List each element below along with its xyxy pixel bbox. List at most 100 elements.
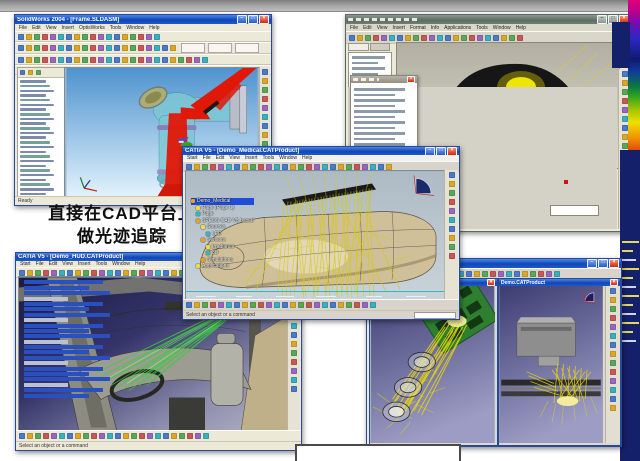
tree-row[interactable] [20, 165, 46, 168]
toolbar-icon[interactable] [34, 45, 40, 51]
tree-row[interactable] [24, 307, 89, 311]
toolbar-icon[interactable] [42, 57, 48, 63]
menu-item[interactable]: File [203, 155, 211, 161]
toolbar-icon[interactable] [354, 164, 360, 170]
toolbar-icon[interactable] [610, 333, 616, 339]
toolbar-icon[interactable] [306, 164, 312, 170]
tree-row[interactable] [24, 291, 110, 295]
toolbar-icon[interactable] [610, 297, 616, 303]
tree-row[interactable] [20, 136, 46, 139]
tree-tab-icon[interactable] [28, 70, 33, 75]
toolbar-icon[interactable] [35, 270, 41, 276]
toolbar-icon[interactable] [477, 35, 483, 41]
toolbar-icon[interactable] [530, 271, 536, 277]
toolbar-icon[interactable] [155, 433, 161, 439]
tree-item[interactable]: Applications [196, 263, 254, 270]
tree-row[interactable] [20, 188, 54, 191]
toolbar-icon[interactable] [291, 368, 297, 374]
menu-item[interactable]: Tools [96, 261, 108, 267]
tree-row[interactable] [354, 88, 405, 91]
window-titlebar[interactable]: − □ × [346, 15, 631, 24]
toolbar-icon[interactable] [115, 270, 121, 276]
toolbar-icon[interactable] [138, 45, 144, 51]
tree-row[interactable] [20, 108, 46, 111]
tree-row[interactable] [24, 367, 103, 371]
toolbar-icon[interactable] [250, 302, 256, 308]
toolbar-icon[interactable] [90, 57, 96, 63]
toolbar-icon[interactable] [262, 78, 268, 84]
toolbar-icon[interactable] [449, 253, 455, 259]
toolbar-icon[interactable] [250, 164, 256, 170]
toolbar-icon[interactable] [147, 270, 153, 276]
toolbar-icon[interactable] [154, 45, 160, 51]
toolbar-icon[interactable] [146, 57, 152, 63]
toolbar-icon[interactable] [123, 270, 129, 276]
toolbar-icon[interactable] [98, 45, 104, 51]
tree-row[interactable] [354, 132, 405, 135]
tree-row[interactable] [24, 350, 89, 354]
toolbar-icon[interactable] [482, 271, 488, 277]
toolbar-icon[interactable] [130, 45, 136, 51]
toolbar-icon[interactable] [314, 164, 320, 170]
toolbar-icon[interactable] [19, 433, 25, 439]
toolbar-icon[interactable] [466, 271, 472, 277]
toolbar-icon[interactable] [291, 386, 297, 392]
toolbar-icon[interactable] [266, 164, 272, 170]
toolbar-icon[interactable] [50, 45, 56, 51]
tree-row[interactable] [24, 356, 110, 360]
tree-row[interactable] [20, 104, 54, 107]
toolbar-icon[interactable] [171, 270, 177, 276]
toolbar-icon[interactable] [274, 164, 280, 170]
maximize-button[interactable]: □ [248, 15, 258, 24]
toolbar-icon[interactable] [131, 433, 137, 439]
toolbar-icon[interactable] [234, 302, 240, 308]
maximize-button[interactable]: □ [598, 259, 608, 268]
tree-row[interactable] [24, 313, 110, 317]
toolbar-icon[interactable] [330, 302, 336, 308]
toolbar-icon[interactable] [66, 34, 72, 40]
toolbar-icon[interactable] [610, 351, 616, 357]
toolbar-icon[interactable] [282, 302, 288, 308]
toolbar-icon[interactable] [397, 35, 403, 41]
close-button[interactable]: × [447, 147, 457, 155]
command-group-button[interactable] [208, 43, 232, 53]
toolbar-icon[interactable] [610, 387, 616, 393]
menu-item[interactable]: Insert [392, 25, 405, 31]
toolbar-icon[interactable] [291, 323, 297, 329]
menu-item[interactable]: View [46, 25, 57, 31]
toolbar-icon[interactable] [99, 270, 105, 276]
toolbar-icon[interactable] [405, 35, 411, 41]
toolbar-icon[interactable] [546, 271, 552, 277]
toolbar-icon[interactable] [622, 71, 628, 77]
tree-row[interactable] [24, 318, 68, 322]
model-tabs[interactable] [348, 43, 390, 51]
toolbar-icon[interactable] [622, 116, 628, 122]
toolbar-optics[interactable] [15, 42, 271, 54]
toolbar-icon[interactable] [218, 302, 224, 308]
toolbar-icon[interactable] [610, 369, 616, 375]
tree-row[interactable] [24, 372, 89, 376]
power-input-field[interactable] [414, 312, 456, 319]
toolbar-icon[interactable] [106, 34, 112, 40]
menu-item[interactable]: Insert [78, 261, 91, 267]
maximize-button[interactable]: □ [436, 147, 446, 155]
feature-tree-panel[interactable] [22, 279, 118, 419]
toolbar-icon[interactable] [469, 35, 475, 41]
menu-item[interactable]: Start [20, 261, 31, 267]
toolbar-icon[interactable] [50, 57, 56, 63]
toolbar-icon[interactable] [226, 302, 232, 308]
toolbar-icon[interactable] [610, 396, 616, 402]
toolbar-icon[interactable] [210, 164, 216, 170]
toolbar-icon[interactable] [122, 45, 128, 51]
menu-item[interactable]: View [229, 155, 240, 161]
toolbar-icon[interactable] [194, 302, 200, 308]
tree-row[interactable] [20, 90, 54, 93]
toolbar-icon[interactable] [610, 378, 616, 384]
toolbar-icon[interactable] [386, 164, 392, 170]
toolbar-icon[interactable] [449, 172, 455, 178]
tree-row[interactable] [24, 388, 103, 392]
toolbar-icon[interactable] [139, 270, 145, 276]
window-titlebar[interactable]: CATIA V5 - [Demo_Medical.CATProduct] − □… [183, 147, 459, 155]
toolbar-icon[interactable] [114, 34, 120, 40]
tree-row[interactable] [20, 132, 54, 135]
